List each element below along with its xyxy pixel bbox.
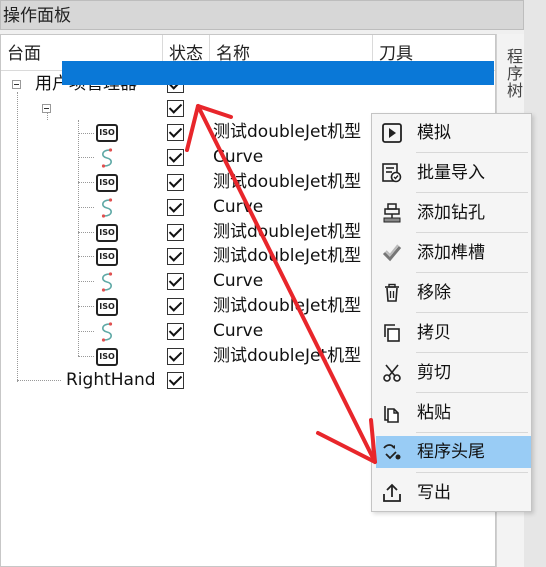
iso-program-icon: ISO bbox=[96, 348, 118, 366]
status-checkbox[interactable] bbox=[167, 248, 184, 265]
program-header-icon bbox=[383, 444, 401, 460]
menu-item-copy[interactable]: 拷贝 bbox=[376, 317, 531, 349]
program-name: 测试doubleJet机型 bbox=[213, 296, 362, 316]
menu-separator bbox=[416, 192, 528, 193]
program-name: 测试doubleJet机型 bbox=[213, 122, 362, 142]
menu-separator bbox=[416, 232, 528, 233]
export-icon bbox=[383, 483, 401, 502]
program-name: 测试doubleJet机型 bbox=[213, 172, 362, 192]
collapse-icon[interactable] bbox=[42, 104, 51, 113]
menu-item-paste[interactable]: 粘贴 bbox=[376, 397, 531, 429]
status-checkbox[interactable] bbox=[167, 298, 184, 315]
menu-item-export[interactable]: 写出 bbox=[376, 477, 531, 509]
program-name: Curve bbox=[213, 271, 264, 291]
scissors-icon bbox=[383, 364, 401, 382]
program-name: 测试doubleJet机型 bbox=[213, 346, 362, 366]
context-menu[interactable]: 模拟 批量导入 添加钻孔 添加榫槽 移除 拷贝 剪切 粘贴 程序头尾 写出 bbox=[371, 113, 532, 512]
tree-label: RightHand bbox=[66, 370, 156, 390]
trash-icon bbox=[385, 283, 399, 302]
menu-item-add-drill[interactable]: 添加钻孔 bbox=[376, 197, 531, 229]
status-checkbox[interactable] bbox=[167, 323, 184, 340]
iso-program-icon: ISO bbox=[96, 124, 118, 142]
menu-item-simulate[interactable]: 模拟 bbox=[376, 117, 531, 149]
menu-item-label: 添加榫槽 bbox=[417, 243, 485, 263]
tree-label: LeftHand bbox=[66, 98, 143, 118]
status-checkbox[interactable] bbox=[167, 273, 184, 290]
menu-item-label: 批量导入 bbox=[417, 163, 485, 183]
program-name: 测试doubleJet机型 bbox=[213, 246, 362, 266]
status-checkbox[interactable] bbox=[167, 199, 184, 216]
status-checkbox[interactable] bbox=[167, 100, 184, 117]
menu-item-batch-import[interactable]: 批量导入 bbox=[376, 157, 531, 189]
menu-item-cut[interactable]: 剪切 bbox=[376, 357, 531, 389]
iso-program-icon: ISO bbox=[96, 248, 118, 266]
curve-icon bbox=[101, 148, 113, 168]
menu-item-label: 模拟 bbox=[417, 123, 451, 143]
panel-title: 操作面板 bbox=[0, 0, 524, 30]
program-name: Curve bbox=[213, 321, 264, 341]
iso-program-icon: ISO bbox=[96, 298, 118, 316]
batch-import-icon bbox=[382, 163, 402, 183]
menu-separator bbox=[416, 152, 528, 153]
program-name: Curve bbox=[213, 197, 264, 217]
curve-icon bbox=[101, 272, 113, 292]
menu-item-label: 剪切 bbox=[417, 363, 451, 383]
menu-item-label: 粘贴 bbox=[417, 403, 451, 423]
mortise-icon bbox=[382, 244, 402, 262]
status-checkbox[interactable] bbox=[167, 224, 184, 241]
curve-icon bbox=[101, 198, 113, 218]
menu-item-program-header[interactable]: 程序头尾 bbox=[376, 436, 531, 468]
program-name: 测试doubleJet机型 bbox=[213, 222, 362, 242]
menu-item-label: 移除 bbox=[417, 283, 451, 303]
status-checkbox[interactable] bbox=[167, 174, 184, 191]
status-checkbox[interactable] bbox=[167, 372, 184, 389]
menu-separator bbox=[416, 272, 528, 273]
menu-separator bbox=[416, 392, 528, 393]
play-icon bbox=[382, 123, 402, 143]
side-tab-label: 程序树 bbox=[504, 48, 523, 99]
status-checkbox[interactable] bbox=[167, 124, 184, 141]
menu-item-remove[interactable]: 移除 bbox=[376, 277, 531, 309]
menu-separator bbox=[416, 312, 528, 313]
menu-item-add-mortise[interactable]: 添加榫槽 bbox=[376, 237, 531, 269]
menu-separator bbox=[416, 432, 528, 433]
status-checkbox[interactable] bbox=[167, 149, 184, 166]
menu-item-label: 写出 bbox=[417, 483, 451, 503]
menu-separator bbox=[416, 352, 528, 353]
menu-item-label: 添加钻孔 bbox=[417, 203, 485, 223]
collapse-icon[interactable] bbox=[12, 80, 21, 89]
menu-item-label: 拷贝 bbox=[417, 323, 451, 343]
curve-icon bbox=[101, 322, 113, 342]
menu-separator bbox=[416, 472, 528, 473]
iso-program-icon: ISO bbox=[96, 224, 118, 242]
drill-icon bbox=[383, 203, 401, 223]
menu-item-label: 程序头尾 bbox=[417, 442, 485, 462]
program-name: Curve bbox=[213, 147, 264, 167]
paste-icon bbox=[384, 406, 399, 423]
selection-highlight bbox=[62, 61, 494, 85]
copy-icon bbox=[384, 324, 400, 342]
status-checkbox[interactable] bbox=[167, 348, 184, 365]
iso-program-icon: ISO bbox=[96, 174, 118, 192]
